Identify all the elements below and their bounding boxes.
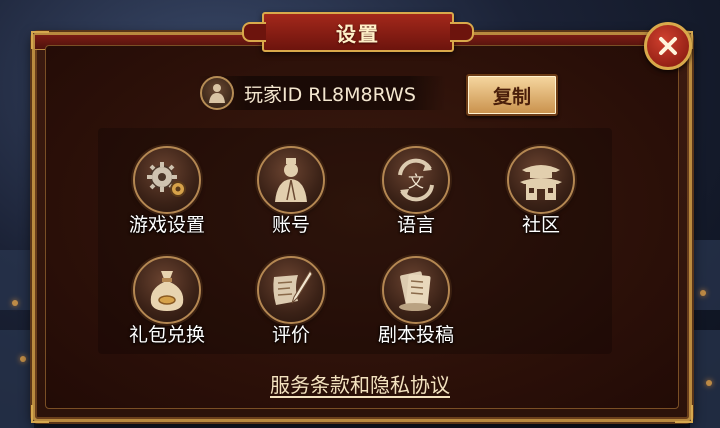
gears-icon bbox=[133, 146, 201, 214]
dialog-title-plate: 设置 bbox=[242, 12, 474, 52]
terms-privacy-link[interactable]: 服务条款和隐私协议 bbox=[0, 369, 720, 398]
svg-text:文: 文 bbox=[408, 172, 424, 191]
language-icon: 文 bbox=[382, 146, 450, 214]
menu-item-review[interactable]: 评价 bbox=[236, 256, 346, 352]
close-button[interactable] bbox=[644, 22, 692, 70]
menu-label-game-settings: 游戏设置 bbox=[128, 214, 205, 236]
corner-ornament bbox=[31, 405, 49, 423]
menu-label-community: 社区 bbox=[521, 214, 560, 236]
copy-button[interactable]: 复制 bbox=[466, 74, 558, 116]
menu-item-community[interactable]: 社区 bbox=[486, 146, 596, 242]
pavilion-icon bbox=[507, 146, 575, 214]
scroll-quill-icon bbox=[257, 256, 325, 324]
dialog-title: 设置 bbox=[336, 21, 380, 46]
menu-label-script-submission: 剧本投稿 bbox=[377, 324, 454, 346]
menu-item-script-submission[interactable]: 剧本投稿 bbox=[361, 256, 471, 352]
scroll-bundle-icon bbox=[382, 256, 450, 324]
menu-item-game-settings[interactable]: 游戏设置 bbox=[112, 146, 222, 242]
player-id-bar: 玩家ID RL8M8RWS bbox=[196, 76, 446, 110]
menu-label-review: 评价 bbox=[271, 324, 310, 346]
avatar bbox=[200, 76, 234, 110]
menu-item-account[interactable]: 账号 bbox=[236, 146, 346, 242]
corner-ornament bbox=[31, 31, 49, 49]
menu-label-gift-redeem: 礼包兑换 bbox=[128, 324, 205, 346]
money-bag-icon bbox=[133, 256, 201, 324]
scholar-icon bbox=[257, 146, 325, 214]
menu-label-language: 语言 bbox=[396, 214, 435, 236]
close-icon bbox=[659, 37, 677, 55]
person-silhouette-icon bbox=[209, 84, 225, 103]
menu-item-gift-redeem[interactable]: 礼包兑换 bbox=[112, 256, 222, 352]
corner-ornament bbox=[675, 405, 693, 423]
menu-item-language[interactable]: 文 语言 bbox=[361, 146, 471, 242]
player-id: 玩家ID RL8M8RWS bbox=[244, 83, 416, 106]
menu-label-account: 账号 bbox=[271, 214, 310, 236]
